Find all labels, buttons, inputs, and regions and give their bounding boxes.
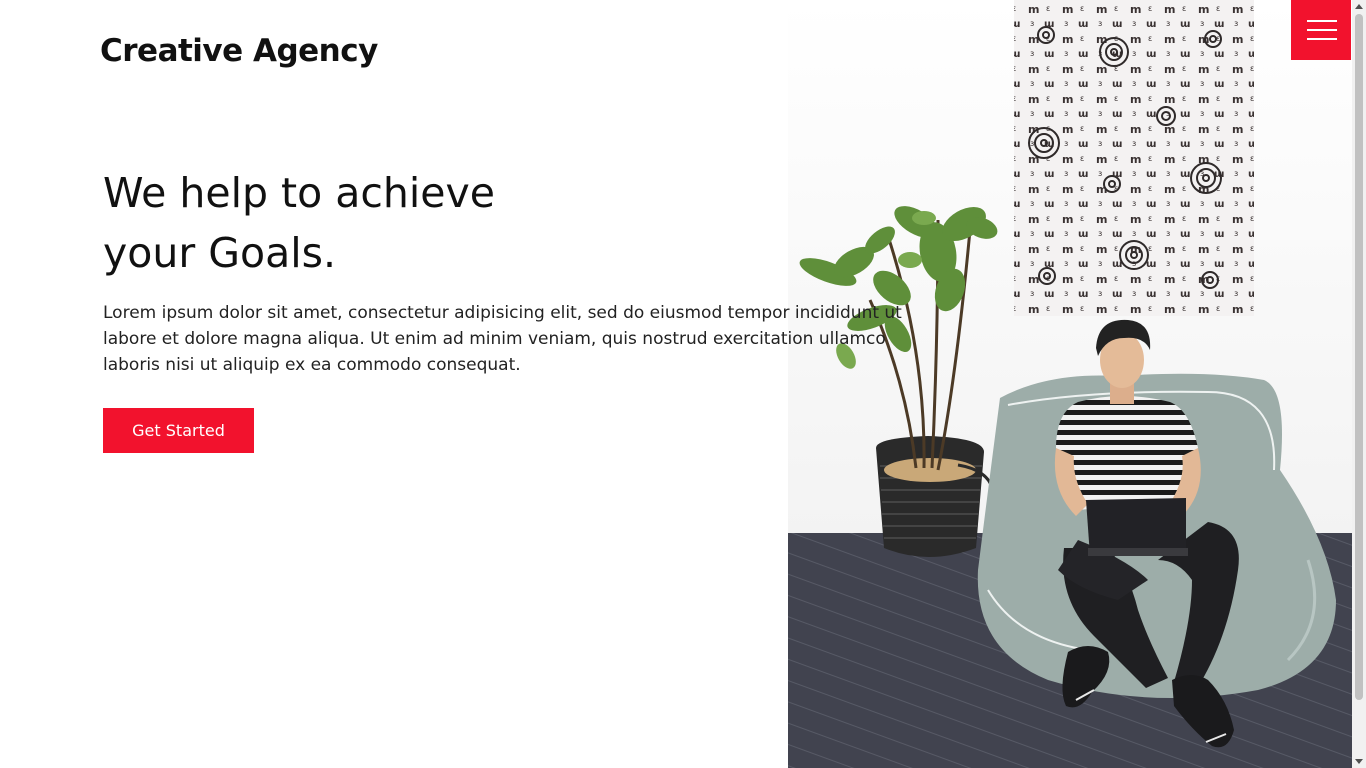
scroll-up-arrow-icon[interactable]	[1355, 4, 1363, 9]
hero-title: We help to achieve your Goals.	[103, 163, 663, 283]
brand-logo[interactable]: Creative Agency	[100, 33, 378, 69]
hero-description: Lorem ipsum dolor sit amet, consectetur …	[103, 303, 902, 375]
hamburger-menu-icon	[1307, 20, 1337, 47]
get-started-button[interactable]: Get Started	[103, 408, 254, 453]
hamburger-menu-button[interactable]	[1291, 0, 1351, 60]
page-scrollbar[interactable]	[1352, 0, 1366, 768]
hero-title-line-2: your Goals.	[103, 229, 336, 277]
scroll-down-arrow-icon[interactable]	[1355, 759, 1363, 764]
hero-image: m ɯ ε ɜ	[788, 0, 1352, 768]
hero-title-line-1: We help to achieve	[103, 169, 496, 217]
scrollbar-thumb[interactable]	[1355, 14, 1363, 700]
